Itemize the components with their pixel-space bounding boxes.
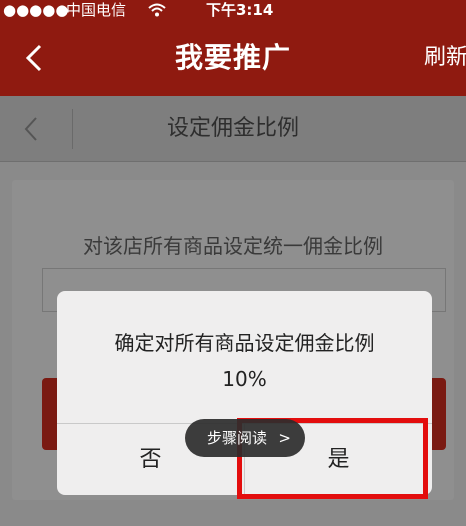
signal-strength-icon: ●●●●● [3, 1, 69, 19]
status-time: 下午3:14 [206, 1, 274, 19]
chevron-right-icon: > [278, 429, 291, 447]
dialog-rate-value: 10% [222, 367, 267, 391]
sub-header-title: 设定佣金比例 [166, 116, 299, 141]
form-prompt: 对该店所有商品设定统一佣金比例 [83, 234, 383, 258]
carrier-label: 中国电信 [66, 1, 127, 19]
step-reading-button[interactable]: 步骤阅读 > [185, 419, 305, 457]
wifi-icon [148, 0, 166, 22]
dialog-message: 确定对所有商品设定佣金比例 10% [57, 325, 432, 397]
dialog-message-line: 确定对所有商品设定佣金比例 [114, 331, 375, 355]
status-bar: ●●●●● 中国电信 下午3:14 [0, 0, 466, 20]
refresh-button[interactable]: 刷新 [424, 20, 466, 96]
step-reading-label: 步骤阅读 [207, 429, 268, 447]
sub-header: 设定佣金比例 [0, 96, 466, 162]
top-nav-bar: 我要推广 刷新 [0, 20, 466, 96]
page-title: 我要推广 [174, 41, 291, 74]
